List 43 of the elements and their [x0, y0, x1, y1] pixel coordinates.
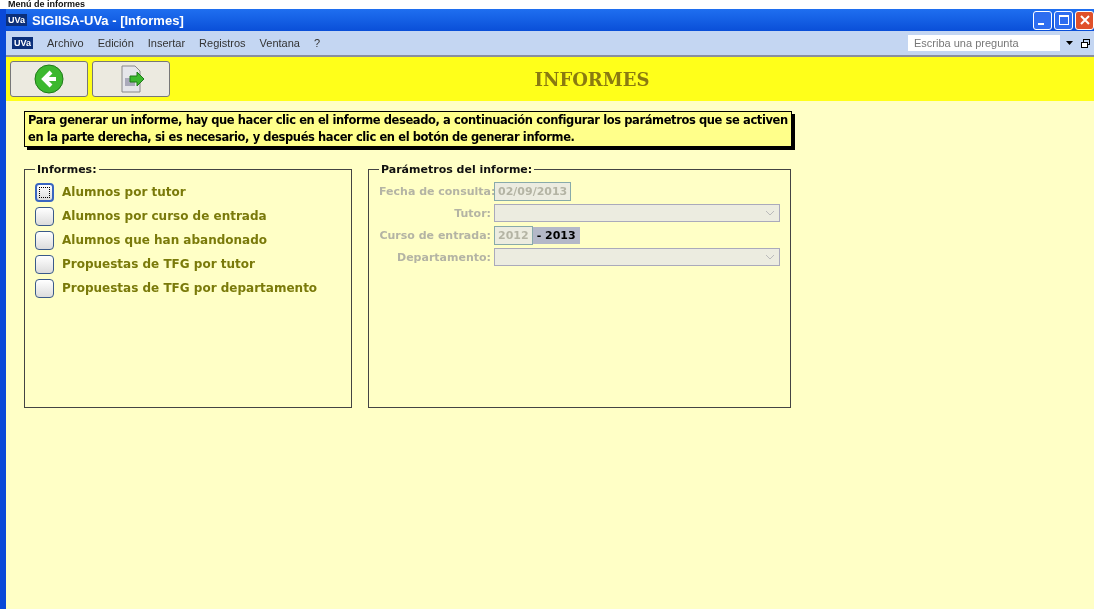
report-toggle[interactable]: [35, 182, 54, 202]
menu-item[interactable]: Ventana: [259, 37, 300, 49]
close-icon: [1079, 15, 1090, 25]
menu-item[interactable]: Edición: [97, 37, 134, 49]
maximize-button[interactable]: [1054, 10, 1073, 30]
report-label[interactable]: Propuestas de TFG por departamento: [62, 281, 318, 295]
help-search-field[interactable]: Escriba una pregunta: [908, 35, 1060, 51]
chevron-down-icon: [765, 254, 775, 260]
minimize-button[interactable]: [1033, 10, 1052, 30]
generate-report-button[interactable]: [92, 61, 170, 97]
report-label[interactable]: Alumnos por curso de entrada: [62, 209, 267, 223]
field-label: Curso de entrada:: [379, 228, 491, 242]
field-label: Tutor:: [453, 206, 491, 220]
page-heading: Menú de informes: [7, 0, 86, 9]
report-toggle[interactable]: [35, 206, 54, 226]
report-toggle[interactable]: [35, 254, 54, 274]
close-button[interactable]: [1075, 10, 1094, 30]
field-label: Departamento:: [396, 250, 491, 264]
app-icon: UVa: [6, 14, 27, 26]
chevron-down-icon: [765, 210, 775, 216]
restore-icon[interactable]: [1081, 38, 1090, 48]
menu-item[interactable]: Archivo: [47, 37, 84, 49]
panel-legend: Informes:: [35, 163, 99, 176]
back-button[interactable]: [10, 61, 88, 97]
toolbar-title: INFORMES: [533, 68, 651, 90]
maximize-icon: [1058, 15, 1069, 25]
caret-icon[interactable]: [1066, 41, 1073, 45]
dropdown-field[interactable]: [494, 204, 780, 222]
panel-legend: Parámetros del informe:: [379, 163, 535, 176]
report-toggle[interactable]: [35, 230, 54, 250]
report-label[interactable]: Alumnos que han abandonado: [62, 233, 267, 247]
instructions-note: Para generar un informe, hay que hacer clic en el informe deseado, a continuación configurar los parámetros que se activen en la parte derecha, si es necesario, y después hacer clic en el botón de generar informe.: [24, 111, 792, 147]
menu-item[interactable]: Insertar: [147, 37, 186, 49]
dropdown-field[interactable]: [494, 248, 780, 266]
year-suffix: - 2013: [532, 226, 580, 244]
report-toggle[interactable]: [35, 278, 54, 298]
app-icon: UVa: [12, 37, 33, 49]
report-label[interactable]: Propuestas de TFG por tutor: [62, 257, 255, 271]
window-title: SIGIISA-UVa - [Informes]: [32, 12, 184, 28]
menu-item[interactable]: ?: [313, 37, 321, 49]
report-label[interactable]: Alumnos por tutor: [62, 185, 186, 199]
menu-item[interactable]: Registros: [199, 37, 246, 49]
minimize-icon: [1038, 22, 1044, 25]
